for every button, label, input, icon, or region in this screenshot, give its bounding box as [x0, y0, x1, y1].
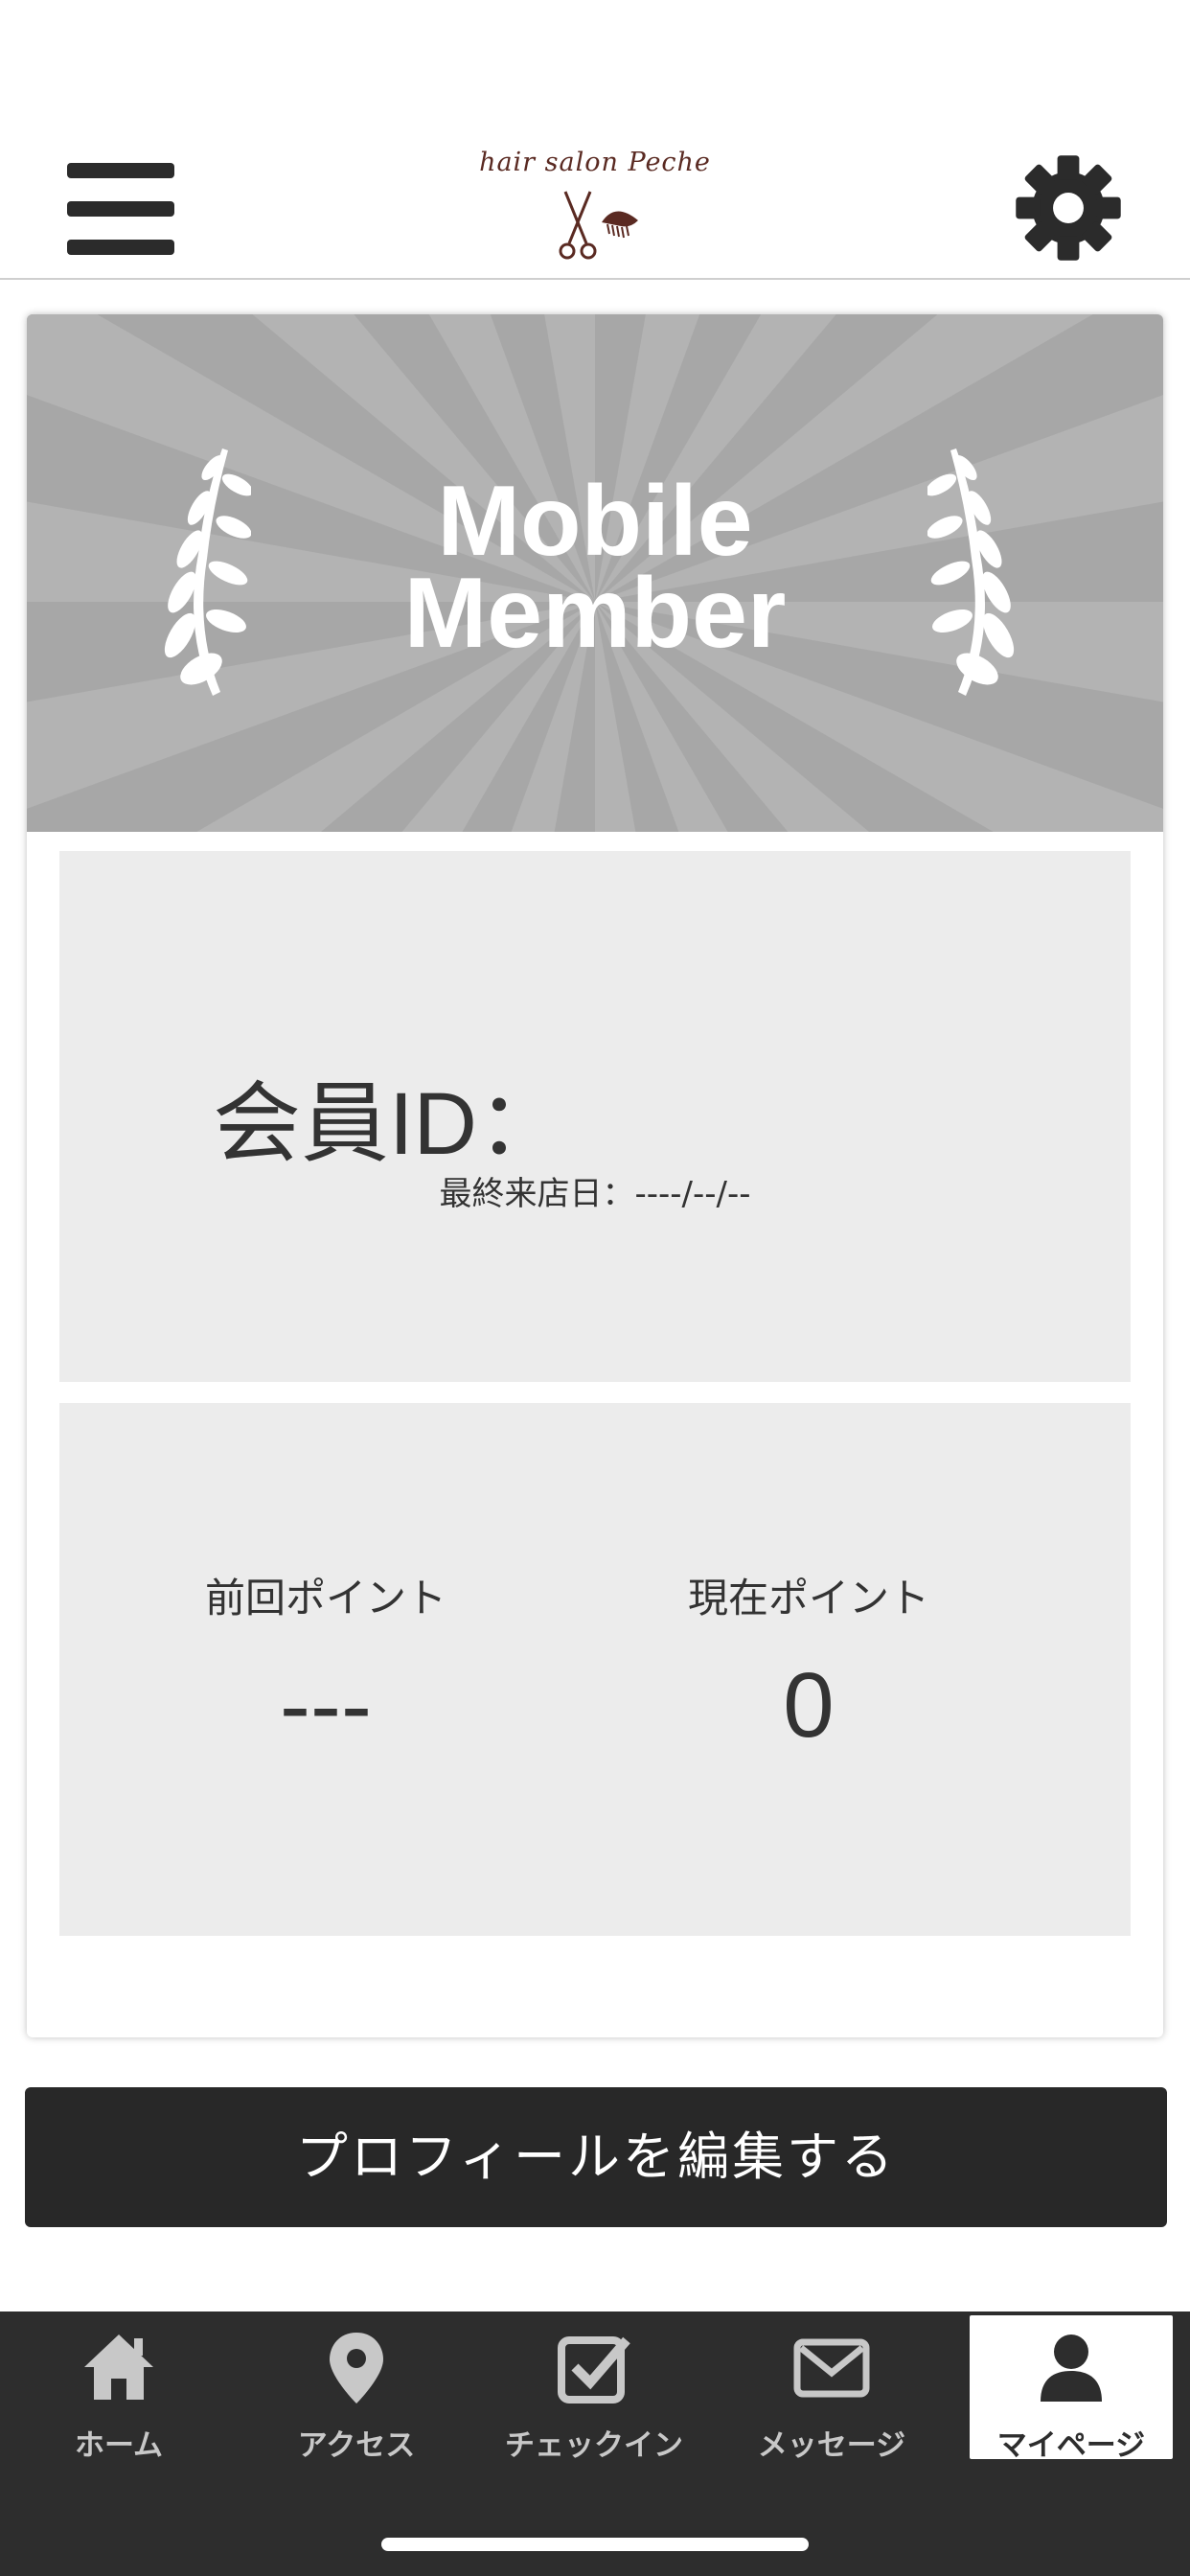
previous-points-value: --- — [280, 1654, 372, 1757]
tab-checkin-label: チェックイン — [505, 2428, 683, 2463]
menu-bar — [67, 201, 174, 217]
previous-points-label: 前回ポイント — [204, 1575, 446, 1622]
tab-mypage-label: マイページ — [996, 2428, 1146, 2463]
menu-bar — [67, 240, 174, 255]
last-visit-date: 最終来店日：----/--/-- — [439, 1175, 751, 1213]
menu-bar — [67, 163, 174, 178]
member-banner: Mobile Member — [27, 314, 1163, 832]
member-id-label: 会員ID： — [213, 1075, 566, 1173]
home-indicator[interactable] — [381, 2538, 809, 2551]
gear-icon[interactable] — [1014, 153, 1123, 263]
scissors-comb-icon — [559, 191, 638, 260]
bottom-tab-bar: ホーム アクセス チェックイン メッセージ マイページ — [0, 2312, 1190, 2576]
logo-text: hair salon Peche — [479, 148, 711, 177]
user-icon — [1041, 2334, 1102, 2402]
envelope-icon — [793, 2338, 870, 2398]
banner-title-line1: Mobile — [437, 466, 753, 577]
tab-message-label: メッセージ — [757, 2428, 906, 2463]
tab-mypage[interactable]: マイページ — [970, 2315, 1173, 2463]
hamburger-menu-button[interactable] — [67, 163, 174, 257]
tab-message[interactable]: メッセージ — [713, 2312, 950, 2463]
current-points-label: 現在ポイント — [687, 1575, 929, 1622]
tab-access-label: アクセス — [297, 2428, 416, 2463]
salon-logo: hair salon Peche — [460, 144, 730, 268]
map-pin-icon — [330, 2333, 383, 2404]
tab-checkin[interactable]: チェックイン — [475, 2312, 713, 2463]
current-points-value: 0 — [783, 1654, 835, 1757]
tab-access[interactable]: アクセス — [238, 2312, 475, 2463]
current-points: 現在ポイント 0 — [617, 1566, 1000, 1759]
banner-title: Mobile Member — [27, 466, 1163, 669]
home-icon — [84, 2334, 153, 2400]
tab-home-label: ホーム — [74, 2428, 164, 2463]
points-box: 前回ポイント --- 現在ポイント 0 — [59, 1403, 1131, 1936]
banner-title-line2: Member — [403, 558, 787, 669]
member-card: Mobile Member 会員ID： 最終来店日：----/--/-- 前回ポ… — [27, 314, 1163, 2037]
checkbox-icon — [558, 2336, 630, 2404]
app-header: hair salon Peche — [0, 0, 1190, 280]
member-info-box: 会員ID： 最終来店日：----/--/-- — [59, 851, 1131, 1382]
edit-profile-button[interactable]: プロフィールを編集する — [25, 2087, 1167, 2227]
tab-home[interactable]: ホーム — [0, 2312, 238, 2463]
previous-points: 前回ポイント --- — [134, 1566, 517, 1759]
